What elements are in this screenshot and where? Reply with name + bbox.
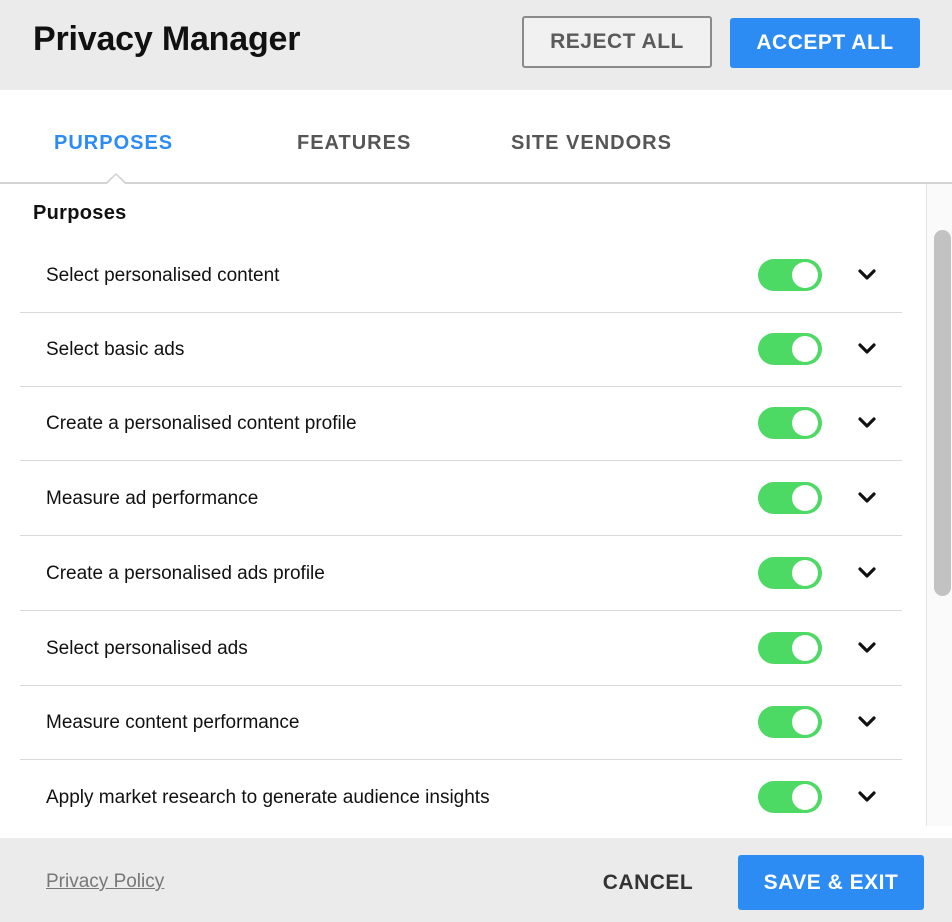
header-bar: Privacy Manager REJECT ALL ACCEPT ALL bbox=[0, 0, 952, 90]
list-item: Create a personalised ads profile bbox=[20, 536, 902, 611]
active-tab-indicator bbox=[104, 173, 128, 185]
purpose-label: Select personalised ads bbox=[46, 638, 248, 659]
purpose-label: Apply market research to generate audien… bbox=[46, 787, 490, 808]
list-item: Measure content performance bbox=[20, 685, 902, 760]
tab-bar: PURPOSES FEATURES SITE VENDORS bbox=[0, 90, 952, 185]
chevron-down-icon[interactable] bbox=[856, 562, 878, 584]
scrollbar-thumb[interactable] bbox=[934, 230, 951, 596]
page-title: Privacy Manager bbox=[33, 20, 301, 58]
list-item: Apply market research to generate audien… bbox=[20, 760, 902, 835]
toggle-knob bbox=[792, 336, 818, 362]
chevron-down-icon[interactable] bbox=[856, 711, 878, 733]
reject-all-button[interactable]: REJECT ALL bbox=[522, 16, 712, 68]
purpose-label: Select personalised content bbox=[46, 265, 280, 286]
purpose-toggle[interactable] bbox=[758, 706, 822, 738]
purpose-toggle[interactable] bbox=[758, 333, 822, 365]
list-item: Select personalised content bbox=[20, 238, 902, 313]
privacy-policy-link[interactable]: Privacy Policy bbox=[46, 871, 164, 893]
chevron-down-icon[interactable] bbox=[856, 786, 878, 808]
list-item: Select personalised ads bbox=[20, 611, 902, 686]
chevron-down-icon[interactable] bbox=[856, 637, 878, 659]
list-item: Select basic ads bbox=[20, 312, 902, 387]
purpose-toggle[interactable] bbox=[758, 632, 822, 664]
purpose-toggle[interactable] bbox=[758, 482, 822, 514]
purpose-label: Create a personalised ads profile bbox=[46, 563, 325, 584]
footer-bar: Privacy Policy CANCEL SAVE & EXIT bbox=[0, 838, 952, 922]
purpose-label: Select basic ads bbox=[46, 339, 185, 360]
purpose-toggle[interactable] bbox=[758, 407, 822, 439]
list-item: Measure ad performance bbox=[20, 461, 902, 536]
save-and-exit-button[interactable]: SAVE & EXIT bbox=[738, 855, 924, 910]
cancel-button[interactable]: CANCEL bbox=[588, 858, 708, 908]
toggle-knob bbox=[792, 709, 818, 735]
toggle-knob bbox=[792, 485, 818, 511]
toggle-knob bbox=[792, 784, 818, 810]
toggle-knob bbox=[792, 262, 818, 288]
purpose-label: Create a personalised content profile bbox=[46, 413, 357, 434]
toggle-knob bbox=[792, 560, 818, 586]
tab-site-vendors[interactable]: SITE VENDORS bbox=[511, 132, 672, 155]
chevron-down-icon[interactable] bbox=[856, 264, 878, 286]
purpose-label: Measure ad performance bbox=[46, 488, 259, 509]
purpose-label: Measure content performance bbox=[46, 712, 300, 733]
toggle-knob bbox=[792, 635, 818, 661]
tab-features[interactable]: FEATURES bbox=[297, 132, 411, 155]
section-title: Purposes bbox=[33, 202, 127, 224]
toggle-knob bbox=[792, 410, 818, 436]
accept-all-button[interactable]: ACCEPT ALL bbox=[730, 18, 920, 68]
scrollbar-track[interactable] bbox=[926, 184, 952, 826]
tab-purposes[interactable]: PURPOSES bbox=[54, 132, 173, 155]
purposes-panel[interactable]: Purposes Select personalised content Sele… bbox=[0, 184, 926, 836]
chevron-down-icon[interactable] bbox=[856, 338, 878, 360]
purpose-toggle[interactable] bbox=[758, 259, 822, 291]
list-item: Create a personalised content profile bbox=[20, 386, 902, 461]
purpose-toggle[interactable] bbox=[758, 781, 822, 813]
purpose-toggle[interactable] bbox=[758, 557, 822, 589]
chevron-down-icon[interactable] bbox=[856, 487, 878, 509]
chevron-down-icon[interactable] bbox=[856, 412, 878, 434]
